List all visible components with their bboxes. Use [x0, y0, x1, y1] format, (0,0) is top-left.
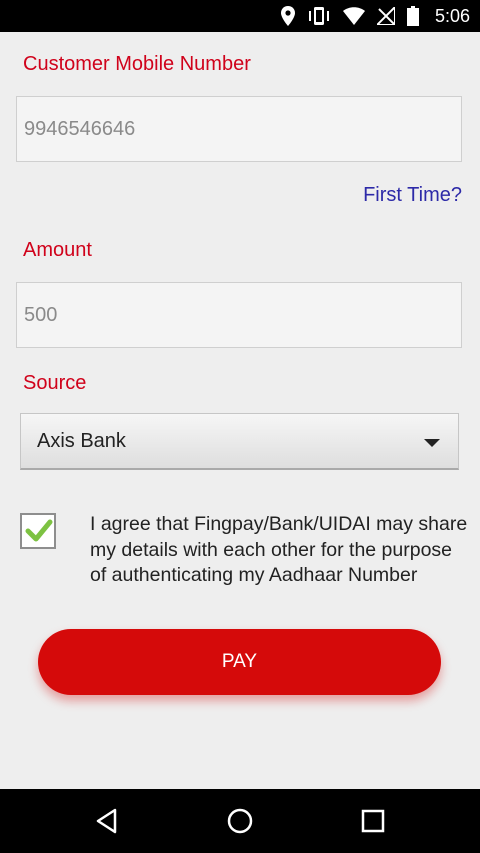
- pay-button-label: PAY: [221, 651, 258, 672]
- mobile-number-value: 9946546646: [24, 117, 136, 140]
- no-signal-icon: [376, 7, 395, 25]
- consent-text: I agree that Fingpay/Bank/UIDAI may shar…: [90, 513, 468, 586]
- status-bar: 5:06: [0, 0, 480, 32]
- battery-icon: [406, 6, 419, 26]
- app-screen: 5:06 Customer Mobile Number 9946546646 F…: [0, 0, 480, 853]
- amount-input[interactable]: 500: [16, 282, 462, 348]
- pay-button[interactable]: PAY: [38, 629, 441, 695]
- status-time: 5:06: [434, 5, 470, 26]
- wifi-icon: [342, 7, 365, 25]
- amount-label: Amount: [23, 239, 92, 261]
- location-icon: [280, 6, 295, 26]
- status-icons: 5:06: [280, 0, 470, 32]
- consent-checkbox[interactable]: [20, 513, 56, 549]
- first-time-link[interactable]: First Time?: [363, 184, 462, 207]
- back-icon[interactable]: [93, 807, 121, 835]
- source-dropdown[interactable]: Axis Bank: [20, 413, 459, 470]
- checkmark-icon: [25, 519, 53, 542]
- amount-value: 500: [24, 303, 58, 326]
- source-selected-value: Axis Bank: [37, 429, 126, 452]
- recents-icon[interactable]: [359, 807, 387, 835]
- dropdown-caret-icon: [424, 439, 440, 447]
- source-label: Source: [23, 372, 87, 394]
- navigation-bar: [0, 789, 480, 853]
- home-icon[interactable]: [226, 807, 254, 835]
- vibrate-icon: [307, 6, 331, 26]
- mobile-number-input[interactable]: 9946546646: [16, 96, 462, 162]
- mobile-number-label: Customer Mobile Number: [23, 53, 251, 75]
